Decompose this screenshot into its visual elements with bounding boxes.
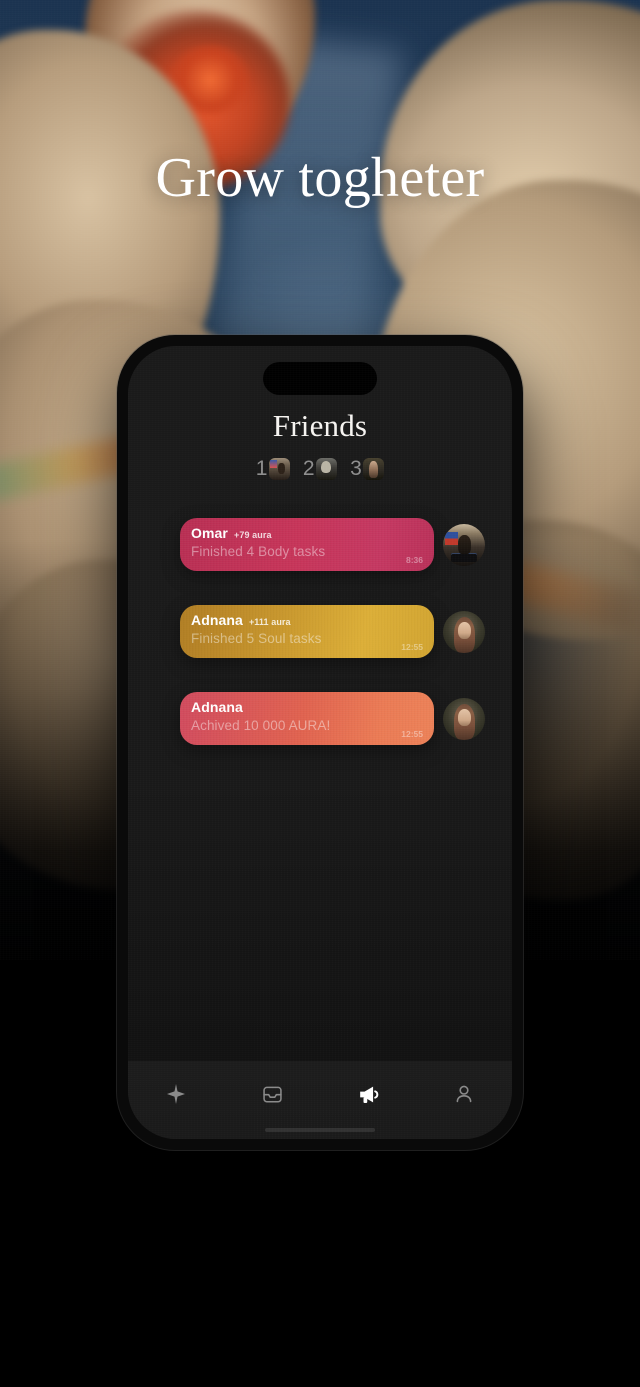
sparkle-icon — [164, 1082, 188, 1106]
activity-card[interactable]: Adnana Achived 10 000 AURA! 12:55 — [180, 692, 434, 745]
megaphone-icon — [356, 1082, 381, 1107]
leader-avatar-3-thumb[interactable] — [363, 458, 385, 480]
activity-feed: Omar +79 aura Finished 4 Body tasks 8:36 — [128, 518, 512, 745]
timestamp: 12:55 — [401, 642, 423, 652]
phone-mockup: Friends 1 2 3 Omar +79 aura Finished 4 B… — [117, 335, 523, 1150]
promo-screenshot-root: Grow togheter Friends 1 2 3 Omar +79 aur… — [0, 0, 640, 1387]
activity-message: Achived 10 000 AURA! — [191, 718, 331, 733]
rank-number: 1 — [255, 457, 268, 480]
timestamp: 12:55 — [401, 729, 423, 739]
phone-screen: Friends 1 2 3 Omar +79 aura Finished 4 B… — [128, 346, 512, 1139]
activity-message: Finished 4 Body tasks — [191, 544, 326, 559]
activity-card[interactable]: Omar +79 aura Finished 4 Body tasks 8:36 — [180, 518, 434, 571]
omar-avatar[interactable] — [443, 523, 485, 566]
aura-badge: +79 aura — [233, 530, 272, 540]
dynamic-island — [263, 362, 377, 395]
activity-message: Finished 5 Soul tasks — [191, 631, 322, 646]
leaderboard-entry-1[interactable]: 1 — [256, 457, 290, 481]
leaderboard-entry-3[interactable]: 3 — [350, 457, 385, 481]
rank-number: 2 — [302, 457, 315, 480]
rank-number: 3 — [350, 457, 362, 480]
leader-avatar-1-thumb[interactable] — [268, 458, 290, 480]
page-headline: Grow togheter — [155, 147, 485, 209]
feed-item[interactable]: Adnana +111 aura Finished 5 Soul tasks 1… — [128, 605, 512, 658]
adnana-avatar[interactable] — [443, 610, 485, 653]
nav-item-profile[interactable] — [416, 1077, 512, 1111]
page-title: Friends — [272, 408, 368, 443]
feed-item[interactable]: Adnana Achived 10 000 AURA! 12:55 — [128, 692, 512, 745]
inbox-icon — [261, 1083, 284, 1106]
nav-item-create[interactable] — [128, 1077, 224, 1111]
friend-name: Omar — [191, 525, 228, 541]
leader-avatar-2-thumb[interactable] — [316, 458, 338, 480]
friend-name: Adnana — [191, 612, 243, 628]
adnana-avatar[interactable] — [443, 697, 485, 740]
activity-card[interactable]: Adnana +111 aura Finished 5 Soul tasks 1… — [180, 605, 434, 658]
home-indicator — [265, 1128, 375, 1132]
nav-item-friends[interactable] — [320, 1077, 416, 1111]
leaderboard-entry-2[interactable]: 2 — [302, 457, 338, 481]
feed-item[interactable]: Omar +79 aura Finished 4 Body tasks 8:36 — [128, 518, 512, 571]
timestamp: 8:36 — [405, 555, 423, 565]
leaderboard: 1 2 3 — [128, 457, 512, 481]
nav-item-inbox[interactable] — [224, 1077, 320, 1111]
aura-badge: +111 aura — [248, 617, 291, 627]
person-icon — [452, 1082, 476, 1106]
friend-name: Adnana — [191, 699, 243, 715]
